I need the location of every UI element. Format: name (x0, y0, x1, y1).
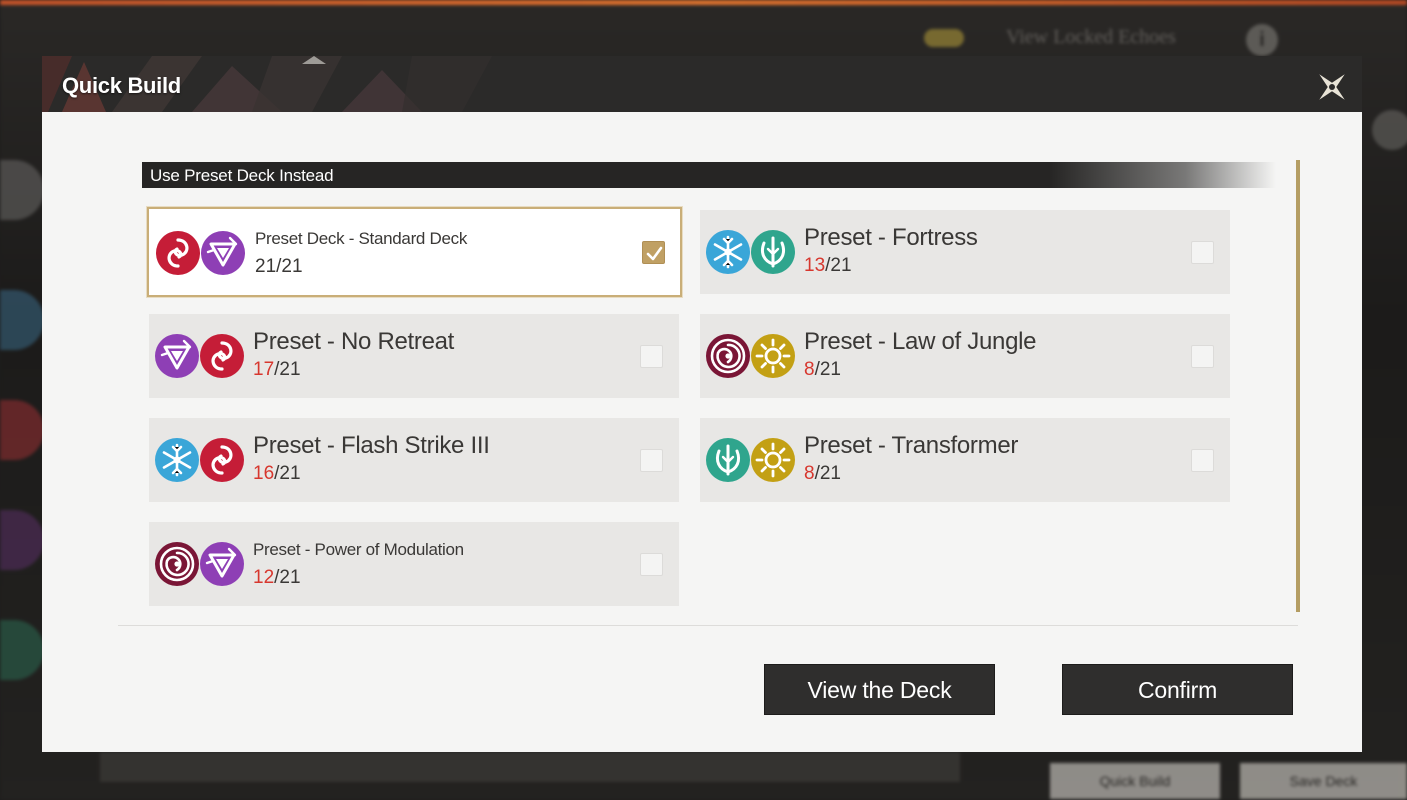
preset-total-count: /21 (814, 359, 841, 380)
electro-triangle-icon (154, 333, 200, 379)
preset-card-transformer[interactable]: Preset - Transformer 8/21 (700, 418, 1230, 502)
preset-count: 12/21 (253, 567, 301, 589)
preset-name: Preset - Transformer (804, 432, 1019, 459)
electro-triangle-icon (199, 541, 245, 587)
background-side-tab (0, 400, 44, 460)
preset-count: 8/21 (804, 463, 841, 485)
background-side-tab (0, 160, 44, 220)
electro-triangle-icon (200, 230, 246, 276)
background-side-tab (0, 290, 44, 350)
preset-checkbox[interactable] (640, 345, 663, 368)
preset-owned-count: 16 (253, 463, 275, 484)
background-right-icon (1372, 110, 1407, 150)
preset-owned-count: 8 (804, 463, 815, 484)
preset-owned-count: 12 (253, 567, 275, 588)
preset-card-no-retreat[interactable]: Preset - No Retreat 17/21 (149, 314, 679, 398)
spectro-sun-icon (750, 333, 796, 379)
dialog-header (42, 56, 1362, 112)
spectro-sun-icon (750, 437, 796, 483)
preset-total-count: /21 (276, 256, 303, 277)
preset-card-standard-deck[interactable]: Preset Deck - Standard Deck 21/21 (147, 207, 682, 297)
close-button[interactable] (1310, 65, 1354, 109)
footer-divider (118, 625, 1298, 626)
preset-count: 13/21 (804, 255, 852, 277)
preset-count: 17/21 (253, 359, 301, 381)
havoc-swirl-icon (154, 541, 200, 587)
preset-total-count: /21 (825, 255, 852, 276)
background-save-deck-button: Save Deck (1240, 763, 1407, 799)
preset-checkbox[interactable] (640, 449, 663, 472)
background-info-icon: i (1246, 24, 1278, 56)
section-header-label: Use Preset Deck Instead (150, 166, 334, 185)
preset-name: Preset - Flash Strike III (253, 432, 490, 459)
preset-name: Preset - Power of Modulation (253, 540, 464, 559)
preset-card-power-of-modulation[interactable]: Preset - Power of Modulation 12/21 (149, 522, 679, 606)
preset-total-count: /21 (814, 463, 841, 484)
fusion-spiral-icon (199, 333, 245, 379)
checkmark-icon (646, 246, 663, 261)
dialog-title: Quick Build (62, 73, 181, 98)
background-side-tab (0, 510, 44, 570)
preset-card-flash-strike-iii[interactable]: Preset - Flash Strike III 16/21 (149, 418, 679, 502)
preset-owned-count: 8 (804, 359, 815, 380)
preset-card-fortress[interactable]: Preset - Fortress 13/21 (700, 210, 1230, 294)
preset-card-law-of-jungle[interactable]: Preset - Law of Jungle 8/21 (700, 314, 1230, 398)
background-currency-pill (924, 29, 964, 47)
preset-total-count: /21 (274, 567, 301, 588)
preset-name: Preset - Fortress (804, 224, 978, 251)
aero-leaf-icon (705, 437, 751, 483)
fusion-spiral-icon (199, 437, 245, 483)
preset-owned-count: 13 (804, 255, 826, 276)
confirm-button[interactable]: Confirm (1062, 664, 1293, 715)
fusion-spiral-icon (155, 230, 201, 276)
preset-checkbox[interactable] (1191, 241, 1214, 264)
preset-name: Preset - Law of Jungle (804, 328, 1037, 355)
preset-checkbox[interactable] (1191, 449, 1214, 472)
preset-count: 21/21 (255, 256, 303, 278)
background-quick-build-button: Quick Build (1050, 763, 1220, 799)
glacio-snowflake-icon (154, 437, 200, 483)
preset-checkbox-checked[interactable] (642, 241, 665, 264)
background-side-tab (0, 620, 44, 680)
background-bottom-bar (100, 752, 960, 782)
preset-checkbox[interactable] (640, 553, 663, 576)
preset-owned-count: 17 (253, 359, 275, 380)
view-deck-button[interactable]: View the Deck (764, 664, 995, 715)
preset-total-count: /21 (274, 463, 301, 484)
background-top-strip (0, 0, 1407, 5)
preset-name: Preset Deck - Standard Deck (255, 229, 468, 248)
glacio-snowflake-icon (705, 229, 751, 275)
preset-total-count: /21 (274, 359, 301, 380)
aero-leaf-icon (750, 229, 796, 275)
preset-owned-count: 21 (255, 256, 277, 277)
background-locked-echoes-label: View Locked Echoes (1006, 26, 1176, 48)
preset-count: 8/21 (804, 359, 841, 381)
close-x-icon (1319, 74, 1345, 100)
havoc-swirl-icon (705, 333, 751, 379)
preset-name: Preset - No Retreat (253, 328, 455, 355)
scrollbar[interactable] (1296, 160, 1300, 612)
preset-count: 16/21 (253, 463, 301, 485)
preset-checkbox[interactable] (1191, 345, 1214, 368)
